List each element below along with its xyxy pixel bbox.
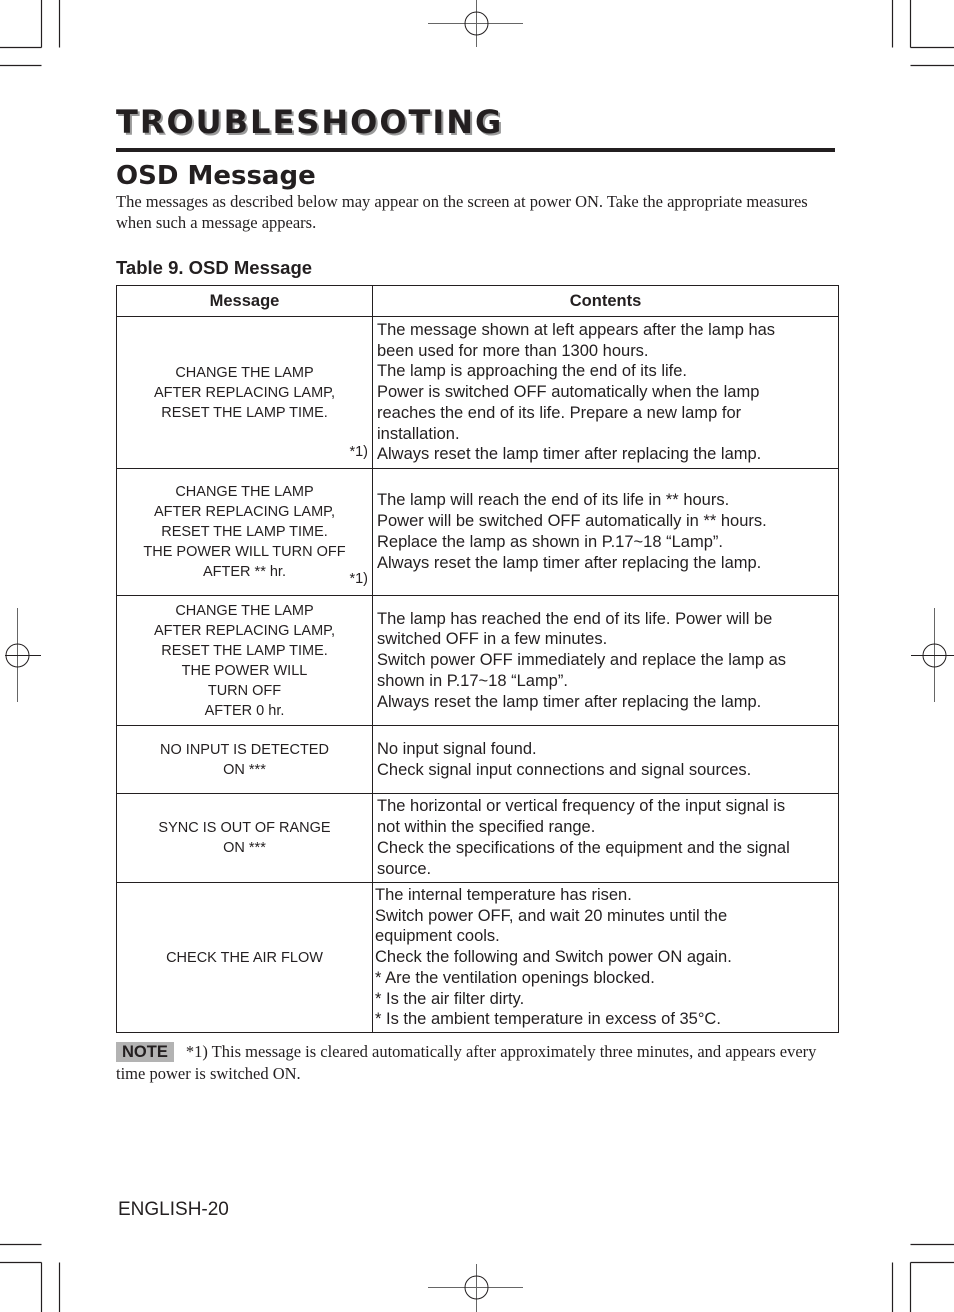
table-caption: Table 9. OSD Message [116, 257, 313, 278]
contents-cell: The horizontal or vertical frequency of … [372, 793, 839, 883]
osd-message-cell: CHECK THE AIR FLOW [116, 882, 373, 1033]
osd-message-line: THE POWER WILL TURN OFF [143, 544, 346, 560]
contents-line: Check the specifications of the equipmen… [377, 839, 790, 857]
contents-line: * Are the ventilation openings blocked. [375, 968, 655, 987]
osd-message-cell: SYNC IS OUT OF RANGE ON *** [116, 793, 373, 883]
note-text: *1) This message is cleared automaticall… [116, 1042, 817, 1083]
footnote-ref: *1) [349, 571, 368, 587]
osd-message-line: THE POWER WILL [181, 662, 308, 679]
contents-line: Check signal input connections and signa… [377, 760, 752, 779]
table-row: CHANGE THE LAMP AFTER REPLACING LAMP, RESE… [116, 316, 839, 469]
contents-line: No input signal found. [377, 739, 537, 758]
contents-line: Always reset the lamp timer after replac… [377, 445, 762, 464]
osd-message-cell: CHANGE THE LAMP AFTER REPLACING LAMP, RESE… [116, 316, 373, 469]
table-row: SYNC IS OUT OF RANGE ON *** The horizontal… [116, 793, 839, 883]
osd-message-line: AFTER REPLACING LAMP, [153, 622, 336, 639]
contents-cell: The lamp has reached the end of its life… [372, 595, 839, 726]
contents-line: source. [377, 859, 432, 878]
contents-line: been used for more than 1300 hours. [377, 341, 649, 360]
table-row: NO INPUT IS DETECTED ON *** No input signa… [116, 725, 839, 794]
osd-message-line: CHECK THE AIR FLOW [166, 949, 323, 966]
contents-line: equipment cools. [375, 927, 500, 946]
contents-line: Power will be switched OFF automatically… [377, 512, 767, 531]
contents-line: reaches the end of its life. Prepare a n… [377, 403, 742, 422]
osd-message-line: AFTER REPLACING LAMP, [153, 504, 336, 520]
osd-message-line: SYNC IS OUT OF RANGE [158, 820, 331, 836]
contents-line: Switch power OFF, and wait 20 minutes un… [375, 906, 728, 925]
column-header-message: Message [116, 285, 373, 317]
osd-message-line: RESET THE LAMP TIME. [161, 524, 328, 540]
osd-message-line: ON *** [223, 761, 266, 778]
page-title: TROUBLESHOOTING [116, 103, 504, 141]
contents-line: The horizontal or vertical frequency of … [377, 797, 786, 816]
intro-paragraph: The messages as described below may appe… [116, 192, 808, 232]
osd-message-line: RESET THE LAMP TIME. [161, 404, 328, 421]
osd-message-line: AFTER ** hr. [203, 564, 286, 580]
table-row: CHANGE THE LAMP AFTER REPLACING LAMP, RESE… [116, 468, 839, 596]
contents-line: * Is the ambient temperature in excess o… [375, 1010, 721, 1029]
contents-line: switched OFF in a few minutes. [377, 630, 608, 649]
contents-line: The lamp will reach the end of its life … [377, 491, 730, 510]
contents-line: Replace the lamp as shown in P.17~18 “La… [377, 533, 723, 551]
osd-message-table: Message Contents CHANGE THE LAMP AFTER RE… [116, 285, 839, 1033]
osd-message-cell: CHANGE THE LAMP AFTER REPLACING LAMP, RESE… [116, 595, 373, 726]
footnote-ref: *1) [349, 444, 368, 460]
contents-line: Check the following and Switch power ON … [375, 948, 732, 967]
note-badge: NOTE [116, 1042, 174, 1062]
osd-message-line: TURN OFF [207, 682, 282, 699]
title-rule [116, 148, 835, 152]
contents-line: * Is the air filter dirty. [375, 989, 525, 1008]
table-row: CHANGE THE LAMP AFTER REPLACING LAMP, RESE… [116, 595, 839, 726]
osd-message-line: AFTER 0 hr. [204, 702, 285, 719]
osd-message-line: RESET THE LAMP TIME. [161, 642, 328, 659]
contents-line: The lamp is approaching the end of its l… [377, 362, 688, 381]
contents-line: The message shown at left appears after … [377, 320, 776, 339]
table-header-row: Message Contents [116, 285, 839, 317]
osd-message-line: ON *** [223, 840, 266, 856]
contents-line: Switch power OFF immediately and replace… [377, 651, 787, 670]
contents-cell: No input signal found. Check signal input… [372, 725, 839, 794]
contents-line: not within the specified range. [377, 818, 596, 837]
note: NOTE *1) This message is cleared automati… [116, 1041, 838, 1085]
contents-line: The lamp has reached the end of its life… [377, 609, 773, 628]
osd-message-cell: CHANGE THE LAMP AFTER REPLACING LAMP, RESE… [116, 468, 373, 596]
osd-message-line: CHANGE THE LAMP [175, 484, 314, 500]
table-row: CHECK THE AIR FLOW The internal temperatu… [116, 882, 839, 1033]
contents-cell: The internal temperature has risen. Switc… [372, 882, 839, 1033]
contents-cell: The lamp will reach the end of its life … [372, 468, 839, 596]
osd-message-line: AFTER REPLACING LAMP, [153, 384, 336, 401]
osd-message-cell: NO INPUT IS DETECTED ON *** [116, 725, 373, 794]
contents-line: Always reset the lamp timer after replac… [377, 553, 762, 572]
contents-cell: The message shown at left appears after … [372, 316, 839, 469]
contents-line: Power is switched OFF automatically when… [377, 383, 760, 402]
contents-line: Always reset the lamp timer after replac… [377, 692, 762, 711]
contents-line: installation. [377, 424, 460, 443]
osd-message-line: CHANGE THE LAMP [175, 602, 314, 619]
osd-message-line: CHANGE THE LAMP [175, 364, 314, 381]
section-title: OSD Message [116, 161, 316, 191]
column-header-contents: Contents [372, 285, 839, 317]
contents-line: The internal temperature has risen. [375, 885, 632, 904]
page-number: ENGLISH-20 [118, 1199, 229, 1220]
contents-line: shown in P.17~18 “Lamp”. [377, 671, 568, 690]
osd-message-line: NO INPUT IS DETECTED [160, 741, 329, 758]
